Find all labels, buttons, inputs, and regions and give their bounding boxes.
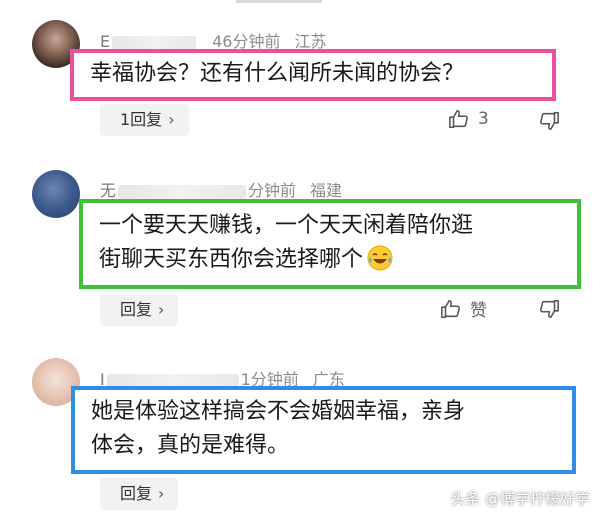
reply-button[interactable]: 1回复 › (100, 104, 189, 136)
thumbs-down-icon (540, 111, 559, 131)
highlight-box: 她是体验这样搞会不会婚姻幸福，亲身 体会，真的是难得。 (71, 386, 576, 474)
highlight-box: 幸福协会？还有什么闻所未闻的协会？ (70, 49, 556, 101)
thumbs-down-icon (540, 299, 559, 319)
chevron-right-icon: › (158, 484, 165, 503)
top-scroll-indicator (236, 0, 322, 3)
comment-time: 分钟前 (248, 181, 297, 200)
redacted-name (112, 35, 197, 50)
redacted-name (118, 184, 247, 199)
avatar[interactable] (32, 170, 80, 218)
like-count: 3 (478, 109, 489, 129)
comment-meta: 无 分钟前 福建 (100, 177, 342, 201)
dislike-button[interactable] (538, 110, 560, 136)
author-name[interactable]: 无 (100, 181, 116, 200)
watermark: 头条 @博学柠檬好学 (450, 490, 590, 508)
laughing-crying-emoji-icon (367, 245, 393, 282)
comment-text: 她是体验这样搞会不会婚姻幸福，亲身 体会，真的是难得。 (91, 399, 466, 458)
highlight-box: 一个要天天赚钱，一个天天闲着陪你逛 街聊天买东西你会选择哪个 (79, 199, 581, 289)
comment-location: 福建 (310, 181, 343, 200)
comment-text: 幸福协会？还有什么闻所未闻的协会？ (90, 61, 465, 86)
thumbs-up-icon (441, 299, 460, 318)
chevron-right-icon: › (168, 110, 175, 129)
reply-button[interactable]: 回复 › (100, 478, 179, 510)
thumbs-up-icon (449, 109, 468, 129)
chevron-right-icon: › (158, 300, 165, 319)
reply-button[interactable]: 回复 › (100, 294, 179, 326)
like-button[interactable]: 赞 (440, 296, 487, 321)
reply-label: 回复 (120, 300, 153, 319)
like-count: 赞 (470, 301, 487, 321)
like-button[interactable]: 3 (448, 108, 489, 130)
comment-text: 一个要天天赚钱，一个天天闲着陪你逛 街聊天买东西你会选择哪个 (83, 203, 577, 286)
reply-label: 回复 (120, 484, 153, 503)
reply-label: 1回复 (120, 110, 163, 129)
dislike-button[interactable] (538, 298, 560, 324)
